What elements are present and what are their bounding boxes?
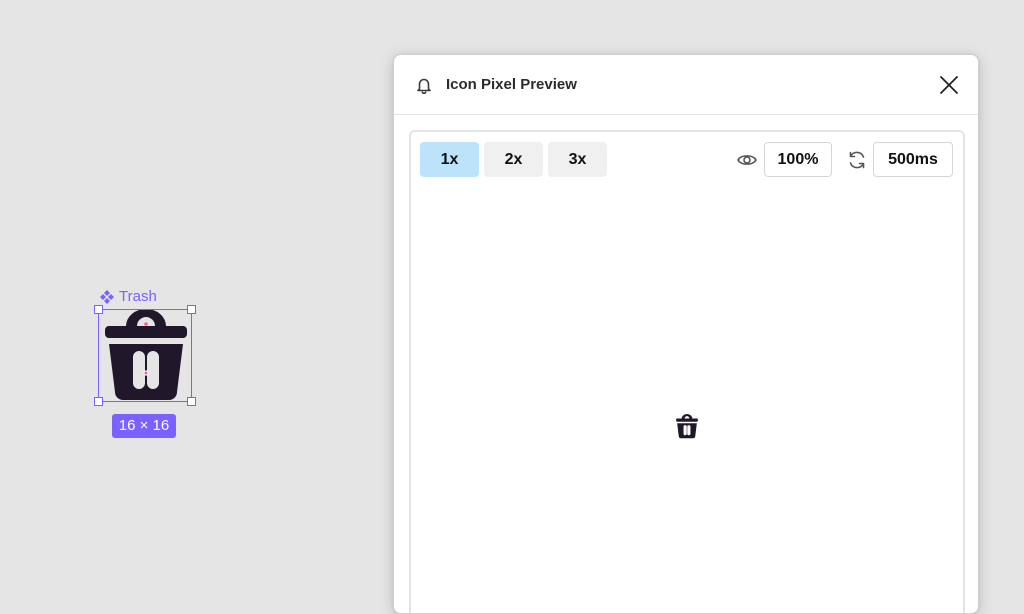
resize-handle-bottom-right[interactable]	[187, 397, 196, 406]
trash-icon	[675, 414, 699, 439]
opacity-field[interactable]: 100%	[764, 142, 832, 177]
eye-icon[interactable]	[736, 150, 758, 170]
selection-frame[interactable]	[94, 305, 196, 406]
plugin-panel: Icon Pixel Preview 1x 2x 3x 100% 500ms	[393, 54, 979, 614]
preview-area: 1x 2x 3x 100% 500ms	[409, 130, 965, 613]
size-badge: 16 × 16	[112, 414, 176, 438]
close-icon[interactable]	[938, 74, 960, 96]
scale-2x-button[interactable]: 2x	[484, 142, 543, 177]
panel-header: Icon Pixel Preview	[394, 55, 978, 115]
scale-1x-button[interactable]: 1x	[420, 142, 479, 177]
interval-field[interactable]: 500ms	[873, 142, 953, 177]
component-name: Trash	[119, 288, 157, 305]
resize-handle-top-left[interactable]	[94, 305, 103, 314]
component-name-label[interactable]: Trash	[99, 288, 157, 306]
refresh-icon[interactable]	[846, 149, 868, 171]
scale-3x-button[interactable]: 3x	[548, 142, 607, 177]
component-icon	[100, 290, 114, 304]
resize-handle-bottom-left[interactable]	[94, 397, 103, 406]
bell-icon	[415, 76, 433, 94]
panel-title: Icon Pixel Preview	[446, 76, 577, 93]
resize-handle-top-right[interactable]	[187, 305, 196, 314]
